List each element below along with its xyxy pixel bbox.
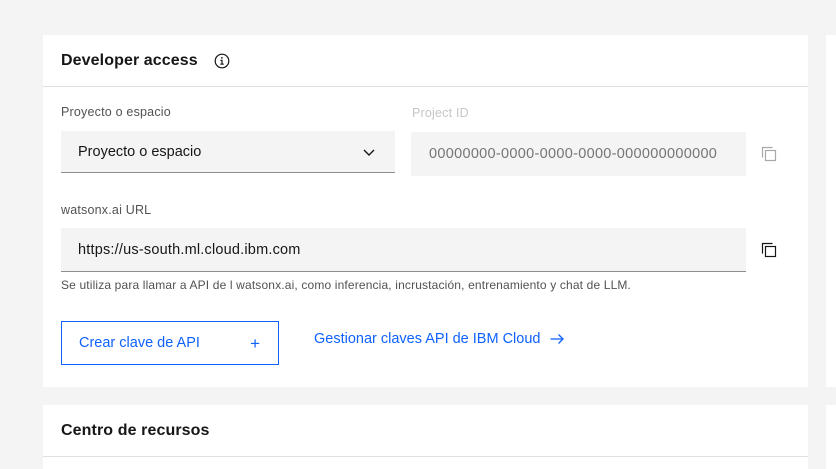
- project-space-label: Proyecto o espacio: [61, 105, 171, 119]
- manage-ibm-cloud-api-keys-link[interactable]: Gestionar claves API de IBM Cloud: [314, 331, 565, 347]
- developer-access-card: Developer access Proyecto o espacio Proy…: [43, 35, 808, 387]
- manage-api-keys-label: Gestionar claves API de IBM Cloud: [314, 331, 541, 347]
- arrow-right-icon: [549, 331, 565, 347]
- developer-access-header: Developer access: [43, 35, 808, 87]
- watsonx-url-helper-text: Se utiliza para llamar a API de l watson…: [61, 278, 632, 292]
- information-icon[interactable]: [214, 53, 230, 69]
- resource-center-header: Centro de recursos: [43, 405, 808, 457]
- resource-center-card: Centro de recursos: [43, 405, 808, 469]
- plus-icon: +: [250, 333, 260, 353]
- project-id-input[interactable]: [411, 132, 746, 176]
- project-id-label: Project ID: [412, 106, 469, 120]
- watsonx-url-label: watsonx.ai URL: [61, 203, 152, 217]
- chevron-down-icon: [361, 144, 377, 160]
- adjacent-panel-edge-lower: [826, 405, 836, 469]
- copy-url-icon[interactable]: [759, 240, 779, 260]
- copy-project-id-icon[interactable]: [759, 144, 779, 164]
- watsonx-url-input[interactable]: [61, 228, 746, 272]
- project-space-dropdown[interactable]: Proyecto o espacio: [61, 131, 395, 173]
- resource-center-title: Centro de recursos: [61, 421, 210, 439]
- project-space-selected-value: Proyecto o espacio: [78, 143, 202, 160]
- adjacent-panel-edge: [826, 35, 836, 387]
- create-api-key-button[interactable]: Crear clave de API +: [61, 321, 279, 365]
- developer-access-title: Developer access: [61, 51, 198, 69]
- create-api-key-label: Crear clave de API: [79, 335, 200, 351]
